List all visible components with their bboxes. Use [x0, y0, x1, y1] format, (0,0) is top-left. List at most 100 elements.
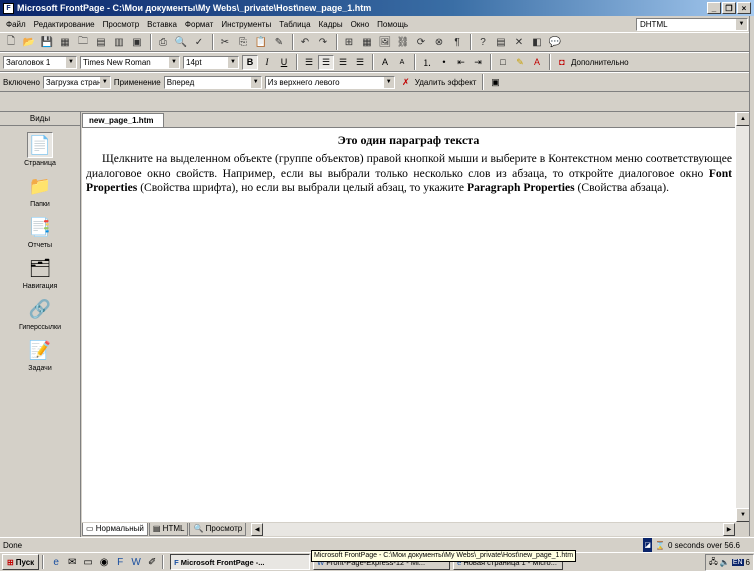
layout-icon[interactable]: ▣: [129, 34, 145, 50]
task-frontpage[interactable]: F Microsoft FrontPage -...: [170, 554, 311, 570]
view-reports[interactable]: 📑 Отчеты: [0, 214, 80, 250]
tab-html[interactable]: ▤ HTML: [148, 522, 189, 536]
paste-icon[interactable]: 📋: [253, 34, 269, 50]
document-tab[interactable]: new_page_1.htm: [82, 113, 165, 127]
menu-window[interactable]: Окно: [347, 20, 374, 29]
editor-area[interactable]: Это один параграф текста Щелкните на выд…: [82, 127, 735, 522]
event-dropdown[interactable]: Загрузка страни ▼: [42, 75, 111, 89]
menu-file[interactable]: Файл: [2, 20, 30, 29]
save-icon[interactable]: 💾: [39, 34, 55, 50]
language-indicator[interactable]: EN: [731, 559, 744, 566]
hyperlinks-view-icon[interactable]: 🔗: [27, 296, 53, 322]
reports-view-icon[interactable]: 📑: [27, 214, 53, 240]
format-painter-icon[interactable]: ✎: [271, 34, 287, 50]
outlook-icon[interactable]: ✉: [65, 555, 79, 569]
fill-color-icon[interactable]: ◧: [529, 34, 545, 50]
menu-view[interactable]: Просмотр: [99, 20, 144, 29]
eraser-icon[interactable]: ✕: [511, 34, 527, 50]
clock[interactable]: 6: [746, 558, 750, 567]
cut-icon[interactable]: ✂: [217, 34, 233, 50]
font-color-icon[interactable]: A: [529, 55, 545, 70]
frontpage-app-icon[interactable]: F: [3, 2, 14, 14]
table-draw-icon[interactable]: ▤: [493, 34, 509, 50]
paint-icon[interactable]: ✐: [145, 555, 159, 569]
chevron-down-icon[interactable]: ▼: [250, 76, 261, 88]
refresh-icon[interactable]: ⟳: [413, 34, 429, 50]
view-page[interactable]: 📄 Страница: [0, 132, 80, 167]
start-button[interactable]: ⊞ Пуск: [2, 554, 40, 570]
spelling-icon[interactable]: ✓: [191, 34, 207, 50]
dhtml-dropdown[interactable]: DHTML ▼: [636, 18, 748, 31]
network-icon[interactable]: 🖧: [709, 556, 718, 570]
navigation-view-icon[interactable]: 🗂: [27, 255, 53, 281]
close-button[interactable]: ×: [737, 2, 751, 14]
web-icon[interactable]: ▥: [111, 34, 127, 50]
view-hyperlinks[interactable]: 🔗 Гиперссылки: [0, 296, 80, 332]
chevron-down-icon[interactable]: ▼: [66, 56, 76, 68]
decrease-indent-icon[interactable]: ⇤: [453, 55, 469, 70]
effect-dropdown[interactable]: Вперед ▼: [163, 75, 262, 89]
scroll-right-icon[interactable]: ▶: [723, 522, 735, 536]
navigation-icon[interactable]: ▤: [93, 34, 109, 50]
view-folders[interactable]: 📁 Папки: [0, 173, 80, 209]
insert-component-icon[interactable]: ⊞: [341, 34, 357, 50]
tab-preview[interactable]: 🔍 Просмотр: [189, 522, 247, 536]
help-icon[interactable]: ?: [475, 34, 491, 50]
menu-help[interactable]: Помощь: [373, 20, 412, 29]
print-icon[interactable]: ⎙: [155, 34, 171, 50]
volume-icon[interactable]: 🔈: [720, 558, 730, 567]
new-page-icon[interactable]: 🗋: [3, 34, 19, 50]
underline-button[interactable]: U: [276, 55, 292, 70]
preview-icon[interactable]: 🔍: [173, 34, 189, 50]
folder-list-icon[interactable]: 🗀: [75, 34, 91, 50]
tab-normal[interactable]: ▭ Нормальный: [82, 522, 148, 536]
chevron-down-icon[interactable]: ▼: [169, 56, 179, 68]
desktop-icon[interactable]: ▭: [81, 555, 95, 569]
decrease-font-icon[interactable]: A: [394, 55, 410, 70]
align-left-icon[interactable]: ☰: [301, 55, 317, 70]
menu-tools[interactable]: Инструменты: [217, 20, 275, 29]
highlight-effects-icon[interactable]: ▣: [487, 75, 503, 90]
menu-table[interactable]: Таблица: [275, 20, 314, 29]
font-dropdown[interactable]: Times New Roman ▼: [80, 55, 180, 69]
increase-font-icon[interactable]: A: [377, 55, 393, 70]
internet-explorer-icon[interactable]: e: [49, 555, 63, 569]
increase-indent-icon[interactable]: ⇥: [470, 55, 486, 70]
border-icon[interactable]: □: [495, 55, 511, 70]
scroll-down-icon[interactable]: ▼: [736, 508, 750, 522]
folders-view-icon[interactable]: 📁: [27, 173, 53, 199]
align-right-icon[interactable]: ☰: [335, 55, 351, 70]
view-tasks[interactable]: 📝 Задачи: [0, 337, 80, 373]
tasks-view-icon[interactable]: 📝: [27, 337, 53, 363]
menu-insert[interactable]: Вставка: [143, 20, 181, 29]
italic-button[interactable]: I: [259, 55, 275, 70]
menu-format[interactable]: Формат: [181, 20, 217, 29]
stop-icon[interactable]: ⊗: [431, 34, 447, 50]
bold-button[interactable]: B: [242, 54, 258, 70]
insert-table-icon[interactable]: ▦: [359, 34, 375, 50]
more-options-icon[interactable]: ◘: [554, 55, 570, 70]
view-navigation[interactable]: 🗂 Навигация: [0, 255, 80, 291]
redo-icon[interactable]: ↷: [315, 34, 331, 50]
numbered-list-icon[interactable]: ⒈: [419, 55, 435, 70]
word-icon[interactable]: W: [129, 555, 143, 569]
direction-dropdown[interactable]: Из верхнего левого ▼: [264, 75, 395, 89]
scroll-left-icon[interactable]: ◀: [251, 522, 264, 536]
remove-effect-label[interactable]: Удалить эффект: [415, 78, 477, 87]
copy-icon[interactable]: ⎘: [235, 34, 251, 50]
publish-icon[interactable]: ▦: [57, 34, 73, 50]
comment-icon[interactable]: 💬: [547, 34, 563, 50]
horizontal-scrollbar[interactable]: ◀ ▶: [251, 522, 735, 536]
frontpage-quick-icon[interactable]: F: [113, 555, 127, 569]
align-center-icon[interactable]: ☰: [318, 54, 334, 70]
document-heading[interactable]: Это один параграф текста: [82, 133, 735, 148]
open-folder-icon[interactable]: 📂: [21, 34, 37, 50]
highlight-icon[interactable]: ✎: [512, 55, 528, 70]
insert-picture-icon[interactable]: 🖼: [377, 34, 393, 50]
remove-effect-icon[interactable]: ✗: [398, 75, 414, 90]
page-view-icon[interactable]: 📄: [27, 132, 53, 158]
scroll-up-icon[interactable]: ▲: [736, 112, 750, 126]
maximize-button[interactable]: ❐: [722, 2, 736, 14]
menu-edit[interactable]: Редактирование: [30, 20, 99, 29]
vertical-scrollbar[interactable]: ▲ ▼: [735, 112, 750, 522]
